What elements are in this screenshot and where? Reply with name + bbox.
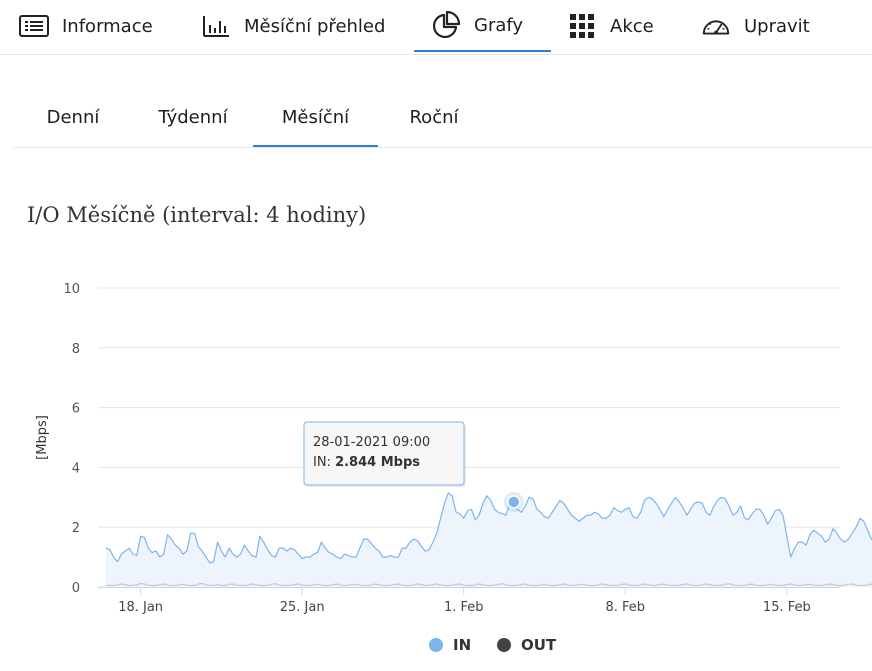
nav-label: Upravit	[744, 15, 810, 37]
nav-grafy[interactable]: Grafy	[414, 0, 551, 52]
nav-mesicni-prehled[interactable]: Měsíční přehled	[200, 0, 385, 52]
tooltip: 28-01-2021 09:00 IN: 2.844 Mbps	[303, 421, 466, 487]
legend-out-label: OUT	[521, 636, 557, 654]
io-chart: 0 2 4 6 8 10 [Mbps] 18. Jan 25. Jan 1. Feb 8. Feb 1…	[35, 282, 872, 615]
tab-mesicni[interactable]: Měsíční	[253, 90, 378, 147]
top-navigation: Informace Měsíční přehled Grafy Akce Upr…	[0, 0, 872, 55]
tooltip-series-value: 2.844 Mbps	[335, 455, 420, 470]
tooltip-date: 28-01-2021 09:00	[313, 435, 430, 450]
nav-label: Grafy	[474, 14, 524, 36]
legend-item-in[interactable]: IN	[429, 636, 471, 654]
series-in-area	[106, 492, 872, 587]
tooltip-box	[303, 421, 465, 486]
tooltip-series-name: IN:	[313, 455, 335, 470]
x-tick-label: 8. Feb	[606, 600, 646, 615]
nav-label: Informace	[62, 15, 153, 37]
legend-item-out[interactable]: OUT	[497, 636, 556, 654]
y-axis-label: [Mbps]	[35, 415, 50, 460]
info-list-icon	[18, 10, 50, 42]
bar-stats-icon	[200, 10, 232, 42]
tab-rocni[interactable]: Roční	[398, 90, 470, 145]
period-tabs: Denní Týdenní Měsíční Roční	[13, 90, 872, 148]
nav-label: Akce	[610, 15, 654, 37]
x-tick-label: 25. Jan	[280, 600, 325, 615]
grid-dots-icon	[566, 10, 598, 42]
tab-denni[interactable]: Denní	[29, 90, 117, 145]
legend-in-label: IN	[453, 636, 472, 654]
y-tick-label: 4	[72, 461, 80, 476]
x-tick-label: 18. Jan	[118, 600, 163, 615]
y-tick-label: 0	[72, 581, 80, 596]
hover-point	[506, 495, 521, 509]
y-tick-label: 2	[72, 521, 80, 536]
pie-chart-icon	[430, 9, 462, 41]
nav-akce[interactable]: Akce	[566, 0, 654, 52]
y-tick-label: 6	[72, 402, 80, 417]
legend-in-marker	[429, 638, 443, 652]
nav-upravit[interactable]: Upravit	[700, 0, 810, 52]
chart-title: I/O Měsíčně (interval: 4 hodiny)	[27, 203, 367, 227]
y-tick-label: 10	[63, 282, 80, 297]
speedometer-icon	[700, 10, 732, 42]
nav-label: Měsíční přehled	[244, 15, 386, 37]
tab-tydenni[interactable]: Týdenní	[147, 90, 239, 145]
tooltip-value: IN: 2.844 Mbps	[313, 455, 420, 470]
x-tick-label: 15. Feb	[763, 600, 811, 615]
x-tick-label: 1. Feb	[444, 600, 484, 615]
y-tick-label: 8	[72, 342, 80, 357]
legend-out-marker	[497, 638, 511, 652]
nav-informace[interactable]: Informace	[18, 0, 153, 52]
